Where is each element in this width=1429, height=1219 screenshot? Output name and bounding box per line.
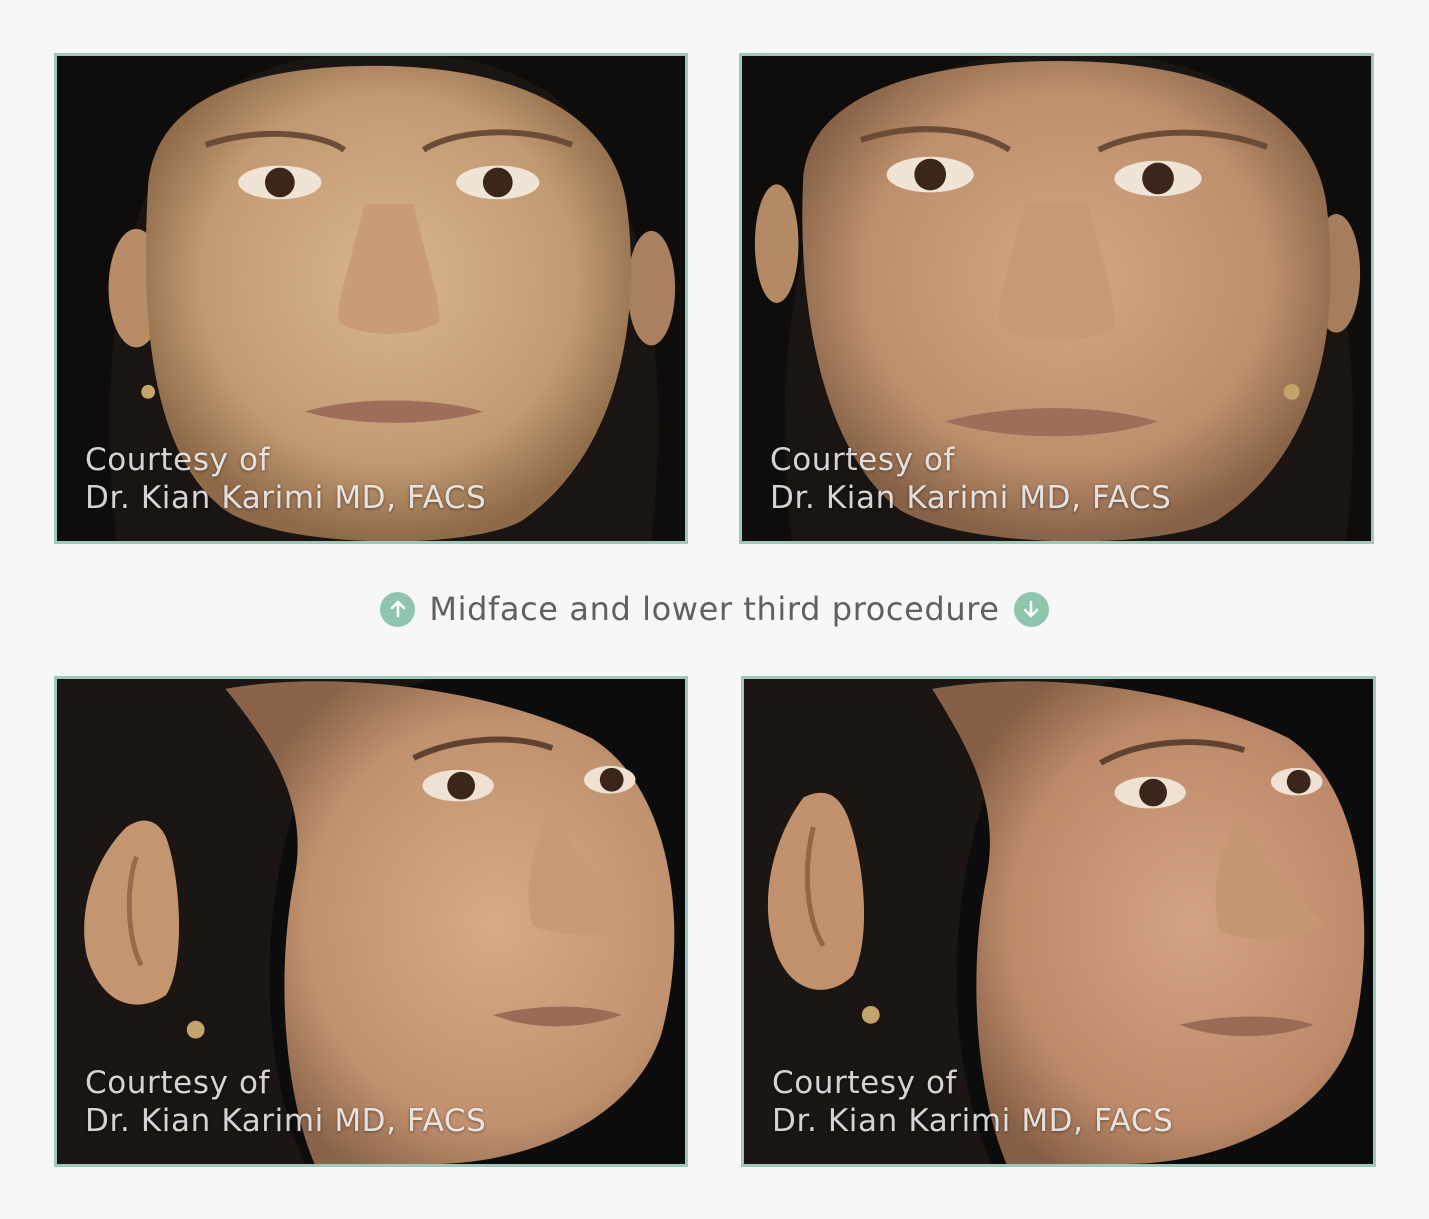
front-view-photo-2: Courtesy of Dr. Kian Karimi MD, FACS <box>739 53 1374 544</box>
photo-credit-caption: Courtesy of Dr. Kian Karimi MD, FACS <box>770 441 1171 517</box>
caption-line-doctor: Dr. Kian Karimi MD, FACS <box>770 480 1172 516</box>
photo-credit-caption: Courtesy of Dr. Kian Karimi MD, FACS <box>772 1064 1173 1140</box>
oblique-view-photo-2: Courtesy of Dr. Kian Karimi MD, FACS <box>741 676 1376 1167</box>
arrow-down-icon <box>1013 591 1049 627</box>
caption-line-courtesy: Courtesy of <box>770 442 956 478</box>
caption-line-courtesy: Courtesy of <box>85 442 271 478</box>
front-view-photo-1: Courtesy of Dr. Kian Karimi MD, FACS <box>54 53 688 544</box>
arrow-up-icon <box>380 591 416 627</box>
caption-line-doctor: Dr. Kian Karimi MD, FACS <box>85 1103 487 1139</box>
photo-credit-caption: Courtesy of Dr. Kian Karimi MD, FACS <box>85 1064 486 1140</box>
procedure-title: Midface and lower third procedure <box>429 590 1000 628</box>
oblique-view-photo-1: Courtesy of Dr. Kian Karimi MD, FACS <box>54 676 688 1167</box>
caption-line-courtesy: Courtesy of <box>772 1065 958 1101</box>
caption-line-doctor: Dr. Kian Karimi MD, FACS <box>85 480 487 516</box>
photo-credit-caption: Courtesy of Dr. Kian Karimi MD, FACS <box>85 441 486 517</box>
caption-line-courtesy: Courtesy of <box>85 1065 271 1101</box>
caption-line-doctor: Dr. Kian Karimi MD, FACS <box>772 1103 1174 1139</box>
procedure-label-row: Midface and lower third procedure <box>0 585 1429 633</box>
